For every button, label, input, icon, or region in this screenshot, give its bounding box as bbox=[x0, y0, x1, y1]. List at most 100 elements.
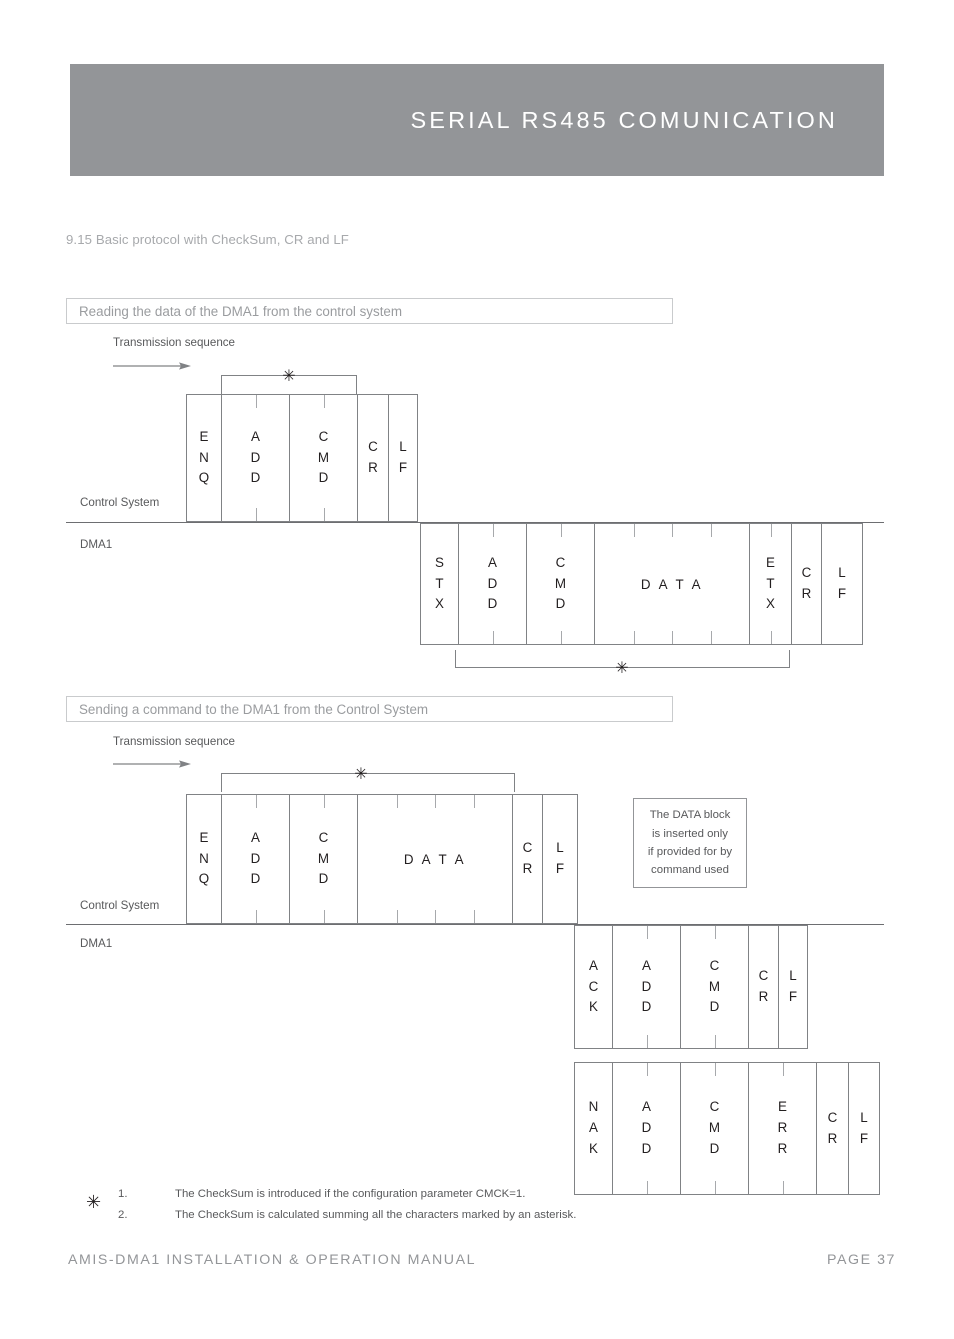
note-line-1: is inserted only bbox=[652, 827, 728, 840]
protocol-cell-lf: LF bbox=[542, 794, 578, 924]
cell-subdivider-tick bbox=[633, 631, 635, 644]
page-title: SERIAL RS485 COMUNICATION bbox=[410, 106, 838, 133]
cell-subdivider-tick bbox=[710, 631, 712, 644]
footnote-item-2: 2. The CheckSum is calculated summing al… bbox=[118, 1209, 576, 1221]
footnote-1-number: 1. bbox=[118, 1188, 128, 1200]
cell-subdivider-tick bbox=[323, 395, 325, 408]
protocol-cell-nak: NAK bbox=[574, 1062, 612, 1195]
cell-subdivider-tick bbox=[782, 1063, 784, 1076]
diagram1-dma1-checksum-asterisk: ✳ bbox=[615, 658, 629, 677]
footnote-2-number: 2. bbox=[118, 1209, 128, 1221]
protocol-cell-label: ADD bbox=[641, 1099, 652, 1156]
protocol-cell-label: STX bbox=[435, 554, 444, 612]
protocol-cell-label: CR bbox=[522, 840, 533, 876]
protocol-cell-label: LF bbox=[837, 565, 847, 601]
cell-subdivider-tick bbox=[560, 631, 562, 644]
cell-subdivider-tick bbox=[396, 795, 398, 808]
protocol-cell-data: D A T A bbox=[594, 523, 749, 645]
cell-subdivider-tick bbox=[770, 524, 772, 537]
protocol-cell-err: ERR bbox=[748, 1062, 816, 1195]
protocol-cell-label: ENQ bbox=[198, 829, 210, 887]
diagram1-dma1-frame: STX ADD CMD D A T A ETX CR LF bbox=[420, 523, 863, 645]
cell-subdivider-tick bbox=[714, 1035, 716, 1048]
cell-subdivider-tick bbox=[633, 524, 635, 537]
protocol-cell-lf: LF bbox=[778, 925, 808, 1049]
protocol-cell-label: CR bbox=[368, 439, 378, 475]
protocol-cell-label: LF bbox=[859, 1109, 869, 1146]
cell-subdivider-tick bbox=[255, 508, 257, 521]
diagram2-transmission-label: Transmission sequence bbox=[113, 735, 236, 748]
protocol-cell-label: CMD bbox=[708, 957, 721, 1015]
cell-subdivider-tick bbox=[396, 910, 398, 923]
cell-subdivider-tick bbox=[255, 910, 257, 923]
protocol-cell-cr: CR bbox=[357, 394, 388, 522]
protocol-cell-cr: CR bbox=[512, 794, 542, 924]
protocol-cell-stx: STX bbox=[420, 523, 458, 645]
protocol-cell-etx: ETX bbox=[749, 523, 791, 645]
diagram2-nak-frame: NAK ADD CMD ERR CR LF bbox=[574, 1062, 880, 1195]
cell-subdivider-tick bbox=[255, 395, 257, 408]
protocol-cell-label: CMD bbox=[554, 554, 567, 612]
note-line-0: The DATA block bbox=[649, 809, 731, 822]
protocol-cell-label: ADD bbox=[487, 554, 498, 612]
cell-subdivider-tick bbox=[646, 1035, 648, 1048]
cell-subdivider-tick bbox=[782, 1181, 784, 1194]
protocol-cell-enq: ENQ bbox=[186, 794, 221, 924]
protocol-cell-label: CMD bbox=[317, 829, 330, 887]
protocol-cell-cmd: CMD bbox=[680, 925, 748, 1049]
protocol-cell-label: NAK bbox=[588, 1099, 599, 1156]
diagram2-control-system-label: Control System bbox=[80, 899, 160, 912]
footer-page-number: PAGE 37 bbox=[827, 1252, 896, 1268]
protocol-cell-add: ADD bbox=[612, 925, 680, 1049]
diagram1-section-title: Reading the data of the DMA1 from the co… bbox=[66, 298, 673, 324]
footnote-item-1: 1. The CheckSum is introduced if the con… bbox=[118, 1188, 525, 1200]
diagram1-transmission-arrow-icon bbox=[113, 362, 191, 370]
cell-subdivider-tick bbox=[770, 631, 772, 644]
protocol-cell-ack: ACK bbox=[574, 925, 612, 1049]
cell-subdivider-tick bbox=[473, 795, 475, 808]
protocol-cell-label: CR bbox=[758, 968, 769, 1004]
protocol-cell-data: D A T A bbox=[357, 794, 512, 924]
protocol-cell-label: ENQ bbox=[198, 428, 210, 486]
cell-subdivider-tick bbox=[492, 524, 494, 537]
protocol-cell-enq: ENQ bbox=[186, 394, 221, 522]
protocol-cell-lf: LF bbox=[821, 523, 863, 645]
diagram2-checksum-asterisk: ✳ bbox=[354, 764, 368, 783]
cell-subdivider-tick bbox=[492, 631, 494, 644]
note-line-3: command used bbox=[651, 864, 729, 877]
protocol-cell-cmd: CMD bbox=[289, 394, 357, 522]
diagram1-control-system-frame: ENQ ADD CMD CR LF bbox=[186, 394, 418, 522]
diagram1-section-title-text: Reading the data of the DMA1 from the co… bbox=[79, 303, 403, 319]
diagram1-dma1-label: DMA1 bbox=[80, 538, 113, 551]
diagram2-control-system-frame: ENQ ADD CMD D A T A CR LF bbox=[186, 794, 578, 924]
protocol-cell-cmd: CMD bbox=[680, 1062, 748, 1195]
protocol-cell-cr: CR bbox=[816, 1062, 848, 1195]
footnote-2-text: The CheckSum is calculated summing all t… bbox=[175, 1209, 577, 1221]
cell-subdivider-tick bbox=[560, 524, 562, 537]
protocol-cell-label: LF bbox=[788, 968, 798, 1004]
cell-subdivider-tick bbox=[672, 631, 673, 644]
diagram2-dma1-label: DMA1 bbox=[80, 937, 113, 950]
protocol-cell-cr: CR bbox=[748, 925, 778, 1049]
protocol-cell-label: ETX bbox=[766, 554, 775, 612]
cell-subdivider-tick bbox=[646, 1181, 648, 1194]
diagram1-checksum-asterisk: ✳ bbox=[282, 366, 296, 385]
protocol-cell-lf: LF bbox=[388, 394, 418, 522]
protocol-cell-label: ADD bbox=[641, 957, 652, 1015]
protocol-cell-cmd: CMD bbox=[526, 523, 594, 645]
diagram1-transmission-label: Transmission sequence bbox=[113, 336, 236, 349]
diagram2-section-title-text: Sending a command to the DMA1 from the C… bbox=[79, 701, 429, 717]
data-block-note: The DATA block is inserted only if provi… bbox=[633, 798, 747, 888]
protocol-cell-add: ADD bbox=[221, 794, 289, 924]
cell-subdivider-tick bbox=[473, 910, 475, 923]
protocol-cell-label: LF bbox=[555, 840, 565, 876]
protocol-cell-add: ADD bbox=[458, 523, 526, 645]
protocol-cell-label: ACK bbox=[588, 957, 599, 1015]
protocol-cell-lf: LF bbox=[848, 1062, 880, 1195]
diagram2-ack-frame: ACK ADD CMD CR LF bbox=[574, 925, 808, 1049]
footnote-asterisk: ✳ bbox=[86, 1192, 102, 1213]
cell-subdivider-tick bbox=[714, 926, 716, 939]
diagram2-checksum-bracket bbox=[221, 773, 515, 792]
cell-subdivider-tick bbox=[714, 1063, 716, 1076]
cell-subdivider-tick bbox=[323, 910, 325, 923]
